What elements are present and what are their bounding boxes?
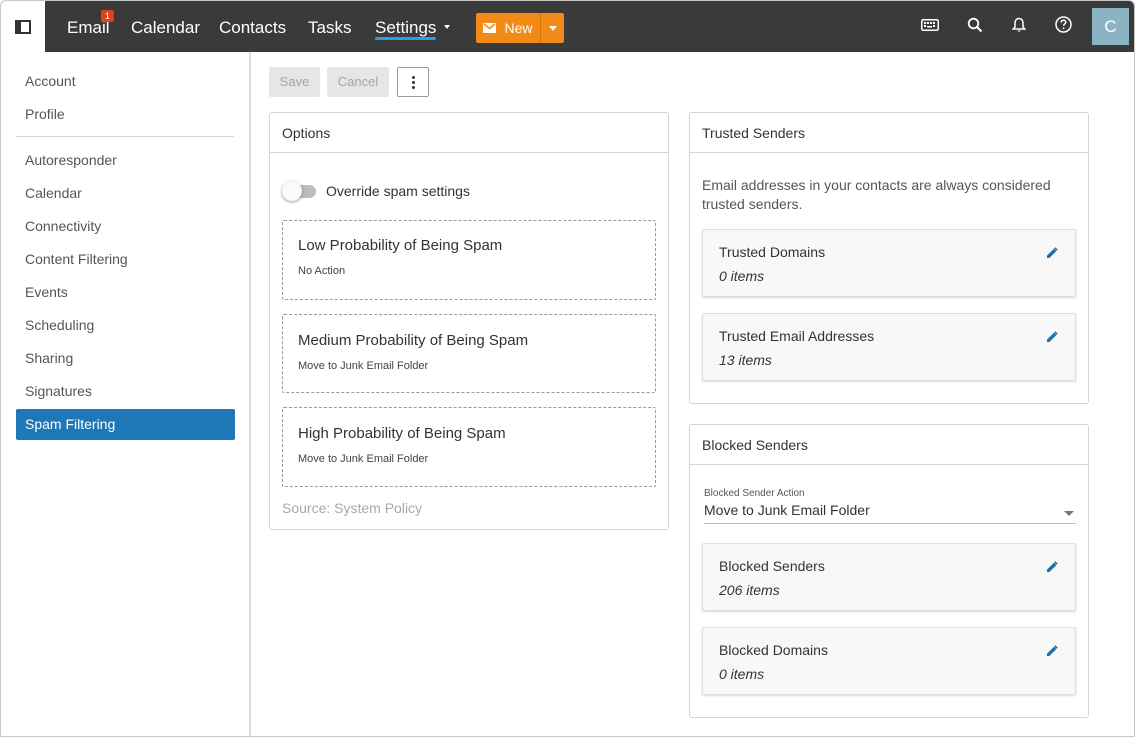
avatar[interactable]: C xyxy=(1092,8,1129,45)
nav-calendar[interactable]: Calendar xyxy=(131,1,200,52)
new-button-label: New xyxy=(504,20,533,36)
nav-calendar-label: Calendar xyxy=(131,18,200,37)
blocked-action-select[interactable]: Move to Junk Email Folder xyxy=(704,502,1076,524)
edit-icon[interactable] xyxy=(1046,644,1060,658)
sidebar-toggle-button[interactable] xyxy=(1,1,45,52)
search-button[interactable] xyxy=(962,14,988,40)
nav-contacts-label: Contacts xyxy=(219,18,287,37)
email-unread-badge: 1 xyxy=(101,10,114,22)
options-card: Options Override spam settings Low Proba… xyxy=(269,112,669,530)
notifications-button[interactable] xyxy=(1006,14,1032,40)
spam-level-high[interactable]: High Probability of Being Spam Move to J… xyxy=(282,407,656,487)
toggle-knob xyxy=(282,181,302,201)
list-item-count: 206 items xyxy=(719,582,780,598)
spam-level-medium[interactable]: Medium Probability of Being Spam Move to… xyxy=(282,314,656,393)
spam-level-title: High Probability of Being Spam xyxy=(298,425,506,442)
chevron-down-icon xyxy=(444,24,451,29)
nav-contacts[interactable]: Contacts xyxy=(219,1,286,52)
nav-settings[interactable]: Settings xyxy=(375,1,451,52)
help-button[interactable] xyxy=(1050,14,1076,40)
list-item-count: 13 items xyxy=(719,352,772,368)
chevron-down-icon xyxy=(548,25,557,31)
mail-icon xyxy=(483,20,497,36)
spam-level-action: Move to Junk Email Folder xyxy=(298,453,429,465)
sidebar-item-content-filtering[interactable]: Content Filtering xyxy=(16,244,235,275)
spam-level-action: No Action xyxy=(298,265,346,277)
more-vert-icon xyxy=(411,85,415,89)
sidebar-item-events[interactable]: Events xyxy=(16,277,235,308)
nav-tasks-label: Tasks xyxy=(308,18,352,37)
nav-email[interactable]: Email xyxy=(67,1,110,52)
save-button[interactable]: Save xyxy=(269,67,320,97)
policy-source: Source: System Policy xyxy=(282,500,423,516)
sidebar-item-signatures[interactable]: Signatures xyxy=(16,376,235,407)
new-dropdown-button[interactable] xyxy=(541,13,564,43)
sidebar-item-sharing[interactable]: Sharing xyxy=(16,343,235,374)
app-window: Email 1 Calendar Contacts Tasks Settings… xyxy=(0,0,1135,737)
trusted-senders-description: Email addresses in your contacts are alw… xyxy=(702,177,1051,212)
search-icon xyxy=(967,17,983,38)
list-item-title: Trusted Email Addresses xyxy=(719,328,875,344)
edit-icon[interactable] xyxy=(1046,246,1060,260)
edit-icon[interactable] xyxy=(1046,330,1060,344)
list-item-title: Trusted Domains xyxy=(719,244,826,260)
more-vert-icon xyxy=(411,80,415,84)
blocked-action-value: Move to Junk Email Folder xyxy=(704,502,870,518)
settings-sidebar: Account Profile Autoresponder Calendar C… xyxy=(1,52,249,736)
new-button[interactable]: New xyxy=(476,13,540,43)
blocked-senders-card: Blocked Senders Blocked Sender Action Mo… xyxy=(689,424,1089,718)
trusted-senders-card: Trusted Senders Email addresses in your … xyxy=(689,112,1089,404)
spam-level-title: Low Probability of Being Spam xyxy=(298,237,503,254)
edit-icon[interactable] xyxy=(1046,560,1060,574)
override-spam-toggle-row: Override spam settings xyxy=(282,179,470,203)
override-spam-label: Override spam settings xyxy=(326,183,470,199)
more-vert-icon xyxy=(411,75,415,79)
new-split-button: New xyxy=(476,13,564,43)
nav-tasks[interactable]: Tasks xyxy=(308,1,351,52)
bell-icon xyxy=(1011,17,1027,38)
top-bar: Email 1 Calendar Contacts Tasks Settings… xyxy=(1,1,1134,52)
blocked-action-label: Blocked Sender Action xyxy=(704,488,805,499)
options-card-title: Options xyxy=(270,113,668,153)
blocked-domains-item[interactable]: Blocked Domains 0 items xyxy=(702,627,1076,695)
keyboard-icon xyxy=(921,18,939,36)
list-item-title: Blocked Senders xyxy=(719,558,825,574)
spam-level-action: Move to Junk Email Folder xyxy=(298,360,429,372)
blocked-senders-title: Blocked Senders xyxy=(690,425,1088,465)
active-tab-indicator xyxy=(375,37,437,40)
spam-level-low[interactable]: Low Probability of Being Spam No Action xyxy=(282,220,656,300)
sidebar-item-account[interactable]: Account xyxy=(16,66,235,97)
help-icon xyxy=(1054,16,1072,38)
list-item-count: 0 items xyxy=(719,268,765,284)
nav-settings-label: Settings xyxy=(375,18,437,37)
sidebar-toggle-icon xyxy=(15,19,31,34)
keyboard-shortcuts-button[interactable] xyxy=(917,14,943,40)
trusted-senders-title: Trusted Senders xyxy=(690,113,1088,153)
spam-level-title: Medium Probability of Being Spam xyxy=(298,332,529,349)
sidebar-item-profile[interactable]: Profile xyxy=(16,99,235,130)
trusted-domains-item[interactable]: Trusted Domains 0 items xyxy=(702,229,1076,297)
chevron-down-icon xyxy=(1064,511,1074,516)
sidebar-item-scheduling[interactable]: Scheduling xyxy=(16,310,235,341)
blocked-senders-item[interactable]: Blocked Senders 206 items xyxy=(702,543,1076,611)
list-item-count: 0 items xyxy=(719,666,765,682)
list-item-title: Blocked Domains xyxy=(719,642,828,658)
override-spam-toggle[interactable] xyxy=(282,181,318,201)
sidebar-item-connectivity[interactable]: Connectivity xyxy=(16,211,235,242)
sidebar-item-autoresponder[interactable]: Autoresponder xyxy=(16,145,235,176)
sidebar-item-spam-filtering[interactable]: Spam Filtering xyxy=(16,409,235,440)
sidebar-splitter[interactable] xyxy=(249,52,251,736)
more-options-button[interactable] xyxy=(397,67,429,97)
sidebar-divider xyxy=(16,136,234,137)
cancel-button[interactable]: Cancel xyxy=(327,67,389,97)
trusted-email-addresses-item[interactable]: Trusted Email Addresses 13 items xyxy=(702,313,1076,381)
sidebar-item-calendar[interactable]: Calendar xyxy=(16,178,235,209)
